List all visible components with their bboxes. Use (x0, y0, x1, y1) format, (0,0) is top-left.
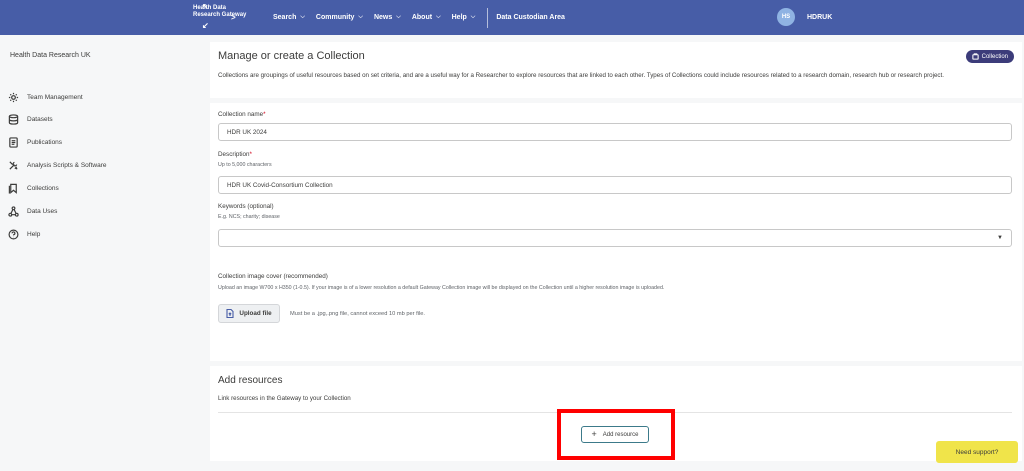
sidebar-item-team-management[interactable]: Team Management (8, 92, 83, 103)
collection-form-card: Collection name* HDR UK 2024 Description… (210, 103, 1022, 361)
keywords-hint: E.g. NCS; charity; disease (218, 214, 280, 220)
chevron-down-icon: ⌵ (470, 14, 476, 20)
sidebar-item-label: Analysis Scripts & Software (27, 162, 107, 169)
upload-note: Must be a .jpg,.png file, cannot exceed … (290, 311, 426, 317)
sidebar-item-label: Collections (27, 185, 59, 192)
keywords-label: Keywords (optional) (218, 203, 274, 210)
upload-file-button[interactable]: Upload file (218, 304, 280, 323)
logo-arrow-icon: ↖ (202, 2, 209, 11)
keywords-select[interactable]: ▼ (218, 229, 1012, 247)
sidebar-item-label: Team Management (27, 94, 83, 101)
sidebar: Health Data Research UK Team Management … (0, 35, 198, 471)
organisation-name: Health Data Research UK (10, 52, 91, 59)
add-resource-button[interactable]: + Add resource (581, 426, 649, 443)
gateway-logo[interactable]: Health Data Research Gateway ↖ > ↙ (193, 2, 253, 31)
collection-badge: Collection (965, 50, 1014, 63)
badge-label: Collection (981, 53, 1008, 60)
avatar[interactable]: HS (777, 8, 795, 26)
nav-links: Search ⌵ Community ⌵ News ⌵ About ⌵ Help… (273, 0, 565, 35)
caret-down-icon: ▼ (997, 235, 1003, 241)
user-menu[interactable]: HS HDRUK (777, 8, 832, 26)
file-upload-icon (226, 309, 234, 318)
collection-name-label: Collection name* (218, 111, 266, 118)
collection-name-input[interactable]: HDR UK 2024 (218, 123, 1012, 141)
sidebar-item-label: Publications (27, 139, 63, 146)
nav-item-label: Help (451, 14, 467, 21)
data-custodian-area-link[interactable]: Data Custodian Area (496, 14, 565, 21)
description-value: HDR UK Covid-Consortium Collection (227, 181, 333, 189)
document-icon (9, 137, 18, 148)
sidebar-item-label: Datasets (27, 116, 53, 123)
top-navbar: Health Data Research Gateway ↖ > ↙ Searc… (0, 0, 1024, 35)
divider (218, 412, 1012, 413)
network-icon (8, 206, 19, 217)
page-description: Collections are groupings of useful reso… (218, 72, 944, 79)
sidebar-item-datasets[interactable]: Datasets (8, 114, 53, 125)
image-cover-label: Collection image cover (recommended) (218, 273, 328, 280)
upload-button-label: Upload file (239, 310, 272, 317)
nav-item-search[interactable]: Search ⌵ (273, 14, 305, 21)
question-icon (8, 229, 19, 240)
sidebar-item-publications[interactable]: Publications (8, 137, 62, 148)
add-resources-title: Add resources (218, 375, 283, 386)
sidebar-item-analysis-scripts[interactable]: Analysis Scripts & Software (8, 160, 106, 171)
chevron-down-icon: ⌵ (436, 14, 441, 20)
plus-icon: + (591, 429, 597, 439)
tools-icon (9, 161, 18, 170)
logo-arrow-icon: ↙ (202, 21, 209, 30)
description-input[interactable]: HDR UK Covid-Consortium Collection (218, 176, 1012, 194)
gear-icon (8, 92, 19, 103)
chevron-down-icon: ⌵ (300, 14, 305, 20)
logo-line-2: Research Gateway (193, 12, 247, 18)
bookmark-icon (8, 183, 17, 194)
nav-item-label: Search (273, 14, 297, 21)
nav-divider (487, 7, 489, 28)
collection-header-card: Manage or create a Collection Collection… (210, 42, 1022, 98)
add-resources-card: Add resources Link resources in the Gate… (210, 366, 1022, 461)
collection-name-value: HDR UK 2024 (227, 128, 267, 136)
nav-item-label: News (373, 14, 393, 21)
add-resource-label: Add resource (602, 431, 639, 438)
description-hint: Up to 5,000 characters (218, 162, 272, 168)
add-resources-description: Link resources in the Gateway to your Co… (218, 395, 351, 402)
description-label: Description* (218, 151, 252, 158)
image-cover-hint: Upload an image W700 x H350 (1-0.5). If … (218, 285, 665, 291)
chevron-down-icon: ⌵ (396, 14, 401, 20)
nav-item-help[interactable]: Help ⌵ (452, 14, 476, 21)
chevron-down-icon: ⌵ (358, 14, 363, 20)
nav-item-label: Community (315, 14, 355, 21)
logo-arrow-icon: > (231, 13, 236, 22)
page-title: Manage or create a Collection (218, 50, 365, 62)
nav-item-about[interactable]: About ⌵ (412, 14, 441, 21)
nav-item-news[interactable]: News ⌵ (374, 14, 401, 21)
nav-item-label: About (411, 14, 433, 21)
user-name[interactable]: HDRUK (807, 14, 832, 21)
collection-icon (971, 53, 979, 60)
sidebar-item-collections[interactable]: Collections (8, 183, 59, 194)
database-icon (8, 114, 19, 125)
need-support-button[interactable]: Need support? (936, 441, 1018, 463)
sidebar-item-label: Help (27, 231, 41, 238)
sidebar-item-label: Data Uses (27, 208, 58, 215)
sidebar-item-data-uses[interactable]: Data Uses (8, 206, 57, 217)
sidebar-item-help[interactable]: Help (8, 229, 40, 240)
nav-item-community[interactable]: Community ⌵ (316, 14, 363, 21)
